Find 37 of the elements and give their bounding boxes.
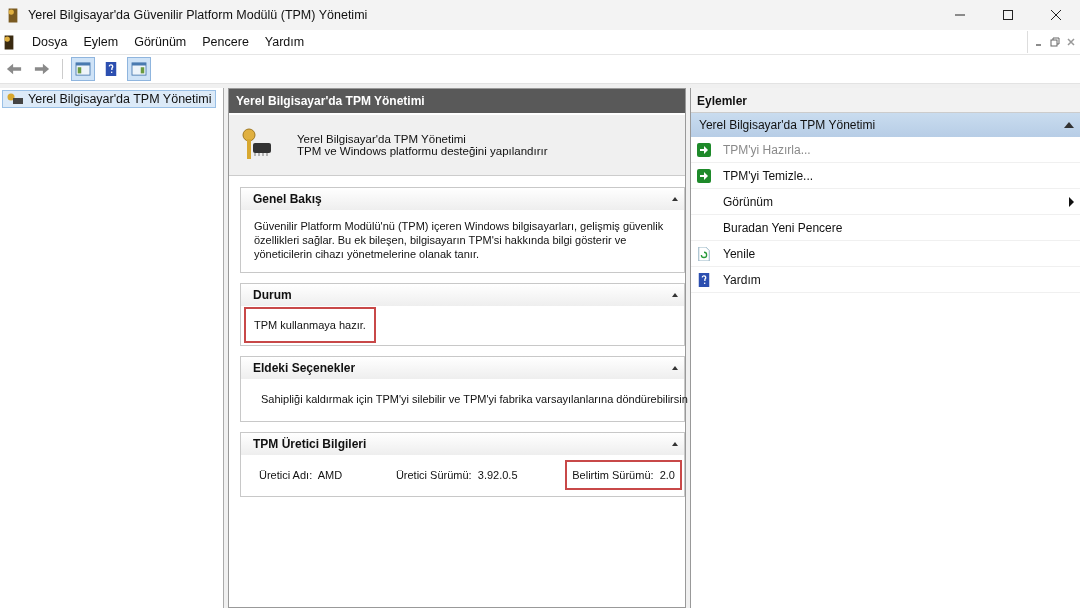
action-item[interactable]: Yardım xyxy=(691,267,1080,293)
menu-item[interactable]: Görünüm xyxy=(126,35,195,49)
pane-toggle-icon[interactable] xyxy=(71,57,95,81)
menu-item[interactable]: Pencere xyxy=(194,35,257,49)
actions-header: Eylemler xyxy=(691,88,1080,113)
section-text: TPM kullanmaya hazır. xyxy=(244,307,376,343)
info-field: Belirtim Sürümü: 2.0 xyxy=(565,460,682,490)
tree-item[interactable]: Yerel Bilgisayar'da TPM Yönetimi xyxy=(2,90,216,108)
menu-item[interactable]: Yardım xyxy=(256,35,313,49)
caret-icon[interactable] xyxy=(672,442,678,446)
action-item[interactable]: Buradan Yeni Pencere xyxy=(691,215,1080,241)
intro-title: Yerel Bilgisayar'da TPM Yönetimi xyxy=(297,133,467,145)
caret-icon[interactable] xyxy=(672,293,678,297)
menu-item[interactable]: Dosya xyxy=(24,35,76,49)
close-icon[interactable] xyxy=(1050,9,1062,21)
info-field: Üretici Adı: AMD xyxy=(253,461,349,489)
window-title: Yerel Bilgisayar'da Güvenilir Platform Modülü (TPM) Yönetimi xyxy=(28,8,368,22)
intro-subtitle: TPM ve Windows platformu desteğini yapılandırır xyxy=(297,145,548,157)
maximize-icon[interactable] xyxy=(1002,9,1014,21)
arrow-icon xyxy=(697,168,711,183)
arrow-icon xyxy=(697,142,711,157)
action-group-header[interactable]: Yerel Bilgisayar'da TPM Yönetimi xyxy=(691,113,1080,137)
restore-icon[interactable] xyxy=(1050,37,1060,47)
caret-icon[interactable] xyxy=(1064,122,1074,128)
pane-header: Yerel Bilgisayar'da TPM Yönetimi xyxy=(229,89,685,113)
action-item[interactable]: Görünüm xyxy=(691,189,1080,215)
section-text: Güvenilir Platform Modülü'nü (TPM) içeren Windows bilgisayarları, gelişmiş güvenlik özellikleri sağlar. Bu ek bileşen, bilgisayarın TPM'si hakkında bilgi gösterir ve yöneticilerin cihazı yönetmelerine olanak tanır. xyxy=(253,219,665,262)
menu-item[interactable]: Eylem xyxy=(75,35,127,49)
section-text: Sahipliği kaldırmak için TPM'yi silebilir ve TPM'yi fabrika varsayılanlarına döndürebilirsin xyxy=(260,392,689,407)
action-item[interactable]: TPM'yi Temizle... xyxy=(691,163,1080,189)
refresh-icon xyxy=(697,246,711,261)
panel-toggle-icon[interactable] xyxy=(127,57,151,81)
caret-icon[interactable] xyxy=(672,366,678,370)
info-field: Üretici Sürümü: 3.92.0.5 xyxy=(389,461,524,489)
action-item[interactable]: Yenile xyxy=(691,241,1080,267)
help-icon xyxy=(697,272,711,287)
caret-icon[interactable] xyxy=(672,197,678,201)
